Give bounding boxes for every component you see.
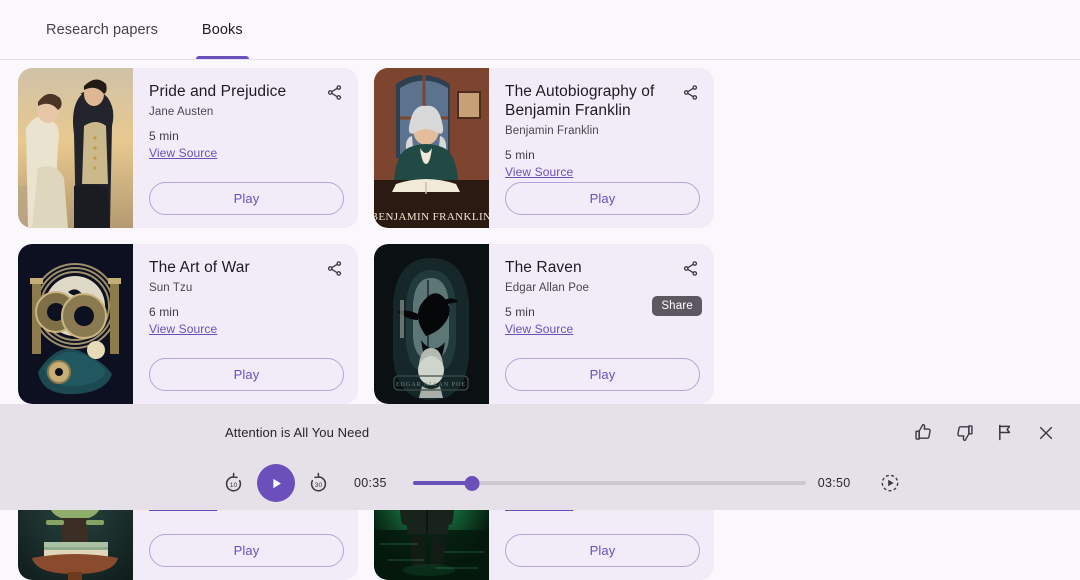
share-icon — [327, 260, 341, 276]
book-duration: 5 min — [149, 129, 179, 143]
svg-text:EDGAR ALLAN POE: EDGAR ALLAN POE — [396, 382, 466, 388]
book-cover-art-of-war — [18, 244, 133, 404]
book-title: Pride and Prejudice — [149, 83, 287, 100]
share-icon — [327, 84, 341, 100]
tab-label: Research papers — [46, 21, 158, 38]
share-button[interactable] — [321, 79, 347, 105]
player-action-buttons — [913, 422, 1056, 443]
book-card-body: Pride and Prejudice Jane Austen 5 min Vi… — [133, 68, 358, 228]
play-button[interactable]: Play — [505, 182, 700, 215]
book-cover-benjamin-franklin: BENJAMIN FRANKLIN — [374, 68, 489, 228]
forward-30-button[interactable]: 30 — [307, 472, 330, 495]
play-button-label: Play — [589, 367, 616, 382]
tab-list: Research papers Books — [0, 0, 1080, 59]
book-title: The Autobiography of Benjamin Franklin — [505, 83, 655, 119]
forward-30-icon: 30 — [310, 472, 327, 492]
playback-speed-button[interactable] — [879, 472, 901, 494]
book-author: Edgar Allan Poe — [505, 282, 589, 294]
play-button-label: Play — [233, 191, 260, 206]
play-button[interactable]: Play — [149, 534, 344, 567]
tab-active-indicator — [195, 56, 249, 59]
tab-books[interactable]: Books — [180, 0, 265, 59]
book-card[interactable]: The Art of War Sun Tzu 6 min View Source… — [18, 244, 358, 404]
now-playing-title: Attention is All You Need — [225, 425, 370, 440]
book-author: Sun Tzu — [149, 282, 193, 294]
tab-bar: Research papers Books — [0, 0, 1080, 60]
tab-label: Books — [201, 21, 243, 38]
play-button-label: Play — [589, 191, 616, 206]
book-card[interactable]: BENJAMIN FRANKLIN The Autobiography of B… — [374, 68, 714, 228]
share-icon — [683, 84, 697, 100]
book-title: The Art of War — [149, 259, 250, 276]
book-author: Jane Austen — [149, 106, 214, 118]
book-card-grid: Pride and Prejudice Jane Austen 5 min Vi… — [0, 60, 1080, 580]
view-source-link[interactable]: View Source — [505, 165, 573, 179]
player-transport-controls: 10 30 00:35 03:50 — [222, 464, 901, 502]
book-card-body: The Raven Edgar Allan Poe 5 min View Sou… — [489, 244, 714, 404]
view-source-link[interactable]: View Source — [149, 146, 217, 160]
audio-player-bar: Attention is All You Need 10 30 00:35 03… — [0, 404, 1080, 510]
book-cover-pride-and-prejudice — [18, 68, 133, 228]
thumbs-down-icon — [957, 425, 973, 442]
tab-research-papers[interactable]: Research papers — [24, 0, 180, 59]
play-pause-button[interactable] — [257, 464, 295, 502]
flag-icon — [999, 424, 1011, 441]
share-button[interactable] — [677, 79, 703, 105]
rewind-10-button[interactable]: 10 — [222, 472, 245, 495]
book-title: The Raven — [505, 259, 582, 276]
play-button-label: Play — [589, 543, 616, 558]
thumbs-up-icon — [915, 423, 931, 440]
play-button[interactable]: Play — [505, 534, 700, 567]
play-button[interactable]: Play — [505, 358, 700, 391]
book-card-body: The Art of War Sun Tzu 6 min View Source… — [133, 244, 358, 404]
share-button[interactable] — [321, 255, 347, 281]
progress-thumb[interactable] — [464, 475, 480, 491]
share-icon — [683, 260, 697, 276]
share-button[interactable] — [677, 255, 703, 281]
flag-button[interactable] — [995, 422, 1016, 443]
playback-speed-icon — [881, 474, 898, 492]
play-button[interactable]: Play — [149, 358, 344, 391]
play-button[interactable]: Play — [149, 182, 344, 215]
play-icon — [272, 478, 281, 488]
progress-slider[interactable] — [412, 474, 806, 492]
svg-text:BENJAMIN FRANKLIN: BENJAMIN FRANKLIN — [374, 211, 489, 223]
book-author: Benjamin Franklin — [505, 125, 599, 137]
thumbs-down-button[interactable] — [954, 422, 975, 443]
svg-text:10: 10 — [230, 481, 238, 488]
play-button-label: Play — [233, 543, 260, 558]
book-card[interactable]: EDGAR ALLAN POE The Raven Edgar Allan Po… — [374, 244, 714, 404]
play-button-label: Play — [233, 367, 260, 382]
share-tooltip: Share — [652, 296, 702, 316]
close-icon — [1039, 426, 1053, 439]
current-time: 00:35 — [354, 476, 387, 490]
thumbs-up-button[interactable] — [913, 422, 934, 443]
book-duration: 5 min — [505, 148, 535, 162]
view-source-link[interactable]: View Source — [149, 322, 217, 336]
total-time: 03:50 — [817, 476, 851, 490]
svg-text:30: 30 — [315, 481, 323, 488]
close-button[interactable] — [1036, 423, 1056, 443]
progress-fill — [412, 481, 472, 485]
replay-10-icon: 10 — [225, 472, 242, 492]
book-card[interactable]: Pride and Prejudice Jane Austen 5 min Vi… — [18, 68, 358, 228]
view-source-link[interactable]: View Source — [505, 322, 573, 336]
book-cover-the-raven: EDGAR ALLAN POE — [374, 244, 489, 404]
book-card-body: The Autobiography of Benjamin Franklin B… — [489, 68, 714, 228]
book-duration: 6 min — [149, 305, 179, 319]
